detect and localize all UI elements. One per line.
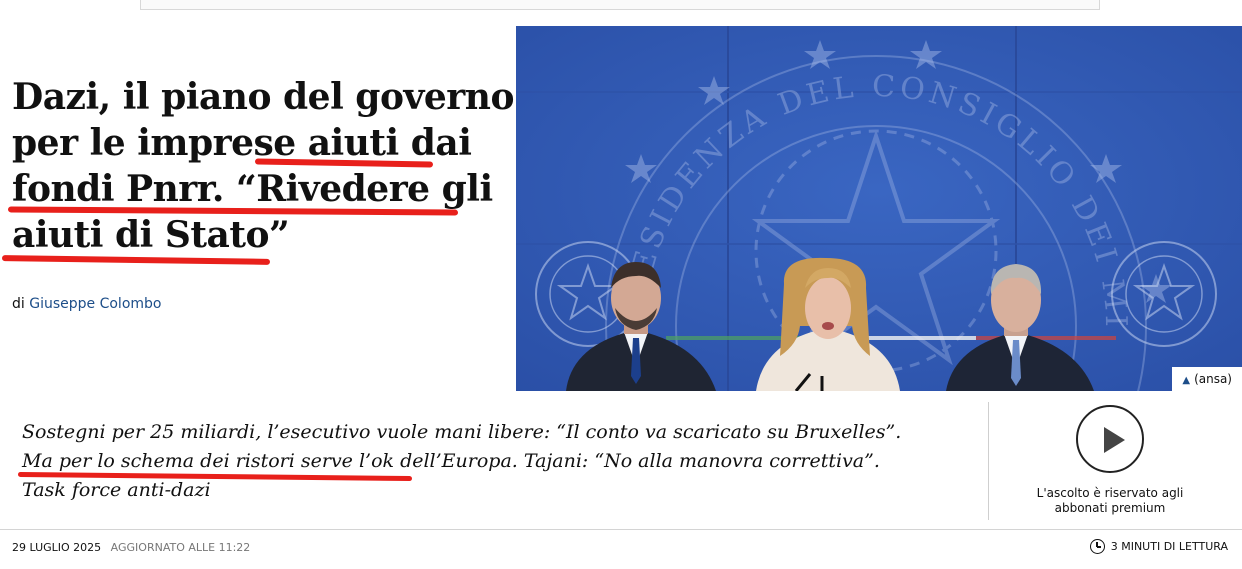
triangle-icon: ▲ [1182, 375, 1191, 386]
updated-time: AGGIORNATO ALLE 11:22 [110, 541, 251, 554]
audio-play-button[interactable] [1076, 405, 1144, 473]
audio-note-line: L'ascolto è riservato agli [1036, 486, 1184, 500]
audio-premium-note: L'ascolto è riservato agli abbonati prem… [1010, 486, 1210, 516]
article-meta: 29 LUGLIO 2025 AGGIORNATO ALLE 11:22 [12, 541, 250, 554]
play-icon [1104, 427, 1125, 453]
photo-credit: ▲ (ansa) [1172, 367, 1242, 391]
summary-line: Ma per lo schema dei ristori serve l’ok … [22, 450, 880, 472]
top-bar [140, 0, 1100, 10]
article-summary: Sostegni per 25 miliardi, l’esecutivo vu… [22, 418, 952, 505]
horizontal-divider [0, 529, 1242, 530]
author-link[interactable]: Giuseppe Colombo [29, 296, 161, 312]
reading-time-label: 3 MINUTI DI LETTURA [1110, 540, 1228, 553]
vertical-divider [988, 402, 989, 520]
photo-credit-label: (ansa) [1194, 372, 1232, 386]
article-headline: Dazi, il piano del governo: per le impre… [12, 74, 527, 258]
summary-line: Task force anti-dazi [22, 479, 211, 501]
clock-icon [1089, 539, 1105, 554]
reading-time: 3 MINUTI DI LETTURA [1089, 539, 1228, 554]
headline-line: Dazi, il piano del governo: [12, 76, 527, 118]
headline-line: fondi Pnrr. “Rivedere gli [12, 168, 493, 210]
press-conference-photo: PRESIDENZA DEL CONSIGLIO DEI MINISTRI [516, 26, 1242, 391]
headline-line: aiuti di Stato” [12, 214, 290, 256]
article-photo: PRESIDENZA DEL CONSIGLIO DEI MINISTRI [516, 26, 1242, 391]
publish-date: 29 LUGLIO 2025 [12, 541, 102, 554]
byline: di Giuseppe Colombo [12, 296, 161, 312]
audio-note-line: abbonati premium [1054, 501, 1166, 515]
summary-line: Sostegni per 25 miliardi, l’esecutivo vu… [22, 421, 902, 443]
byline-prefix: di [12, 296, 25, 312]
